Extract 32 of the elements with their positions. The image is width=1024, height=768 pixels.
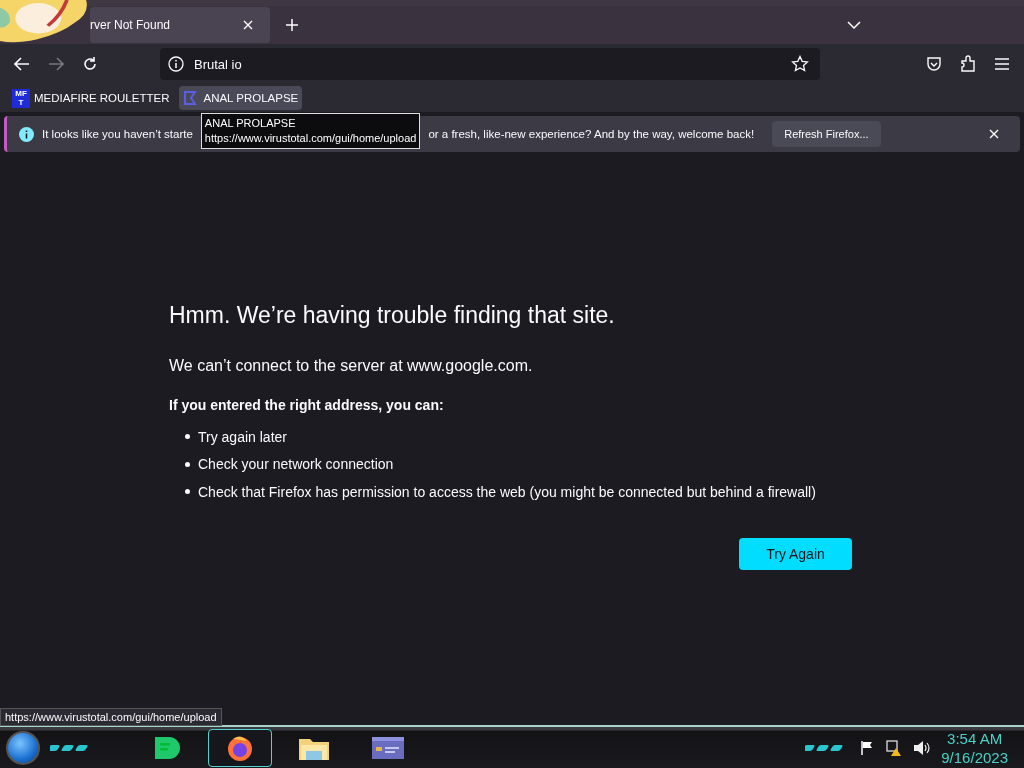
address-text: Brutal io xyxy=(194,56,243,72)
refresh-firefox-button[interactable]: Refresh Firefox... xyxy=(772,121,881,147)
info-icon xyxy=(19,126,34,142)
address-bar[interactable]: Brutal io xyxy=(160,48,820,80)
notification-text: It looks like you haven’t starte xyxy=(42,128,193,140)
tooltip-url: https://www.virustotal.com/gui/home/upload xyxy=(204,131,417,146)
start-button[interactable] xyxy=(6,730,40,765)
taskbar-app-button[interactable] xyxy=(208,728,272,767)
clock-date: 9/16/2023 xyxy=(941,747,1008,767)
bookmark-favicon xyxy=(183,90,200,106)
try-again-button[interactable]: Try Again xyxy=(739,537,852,570)
suggestion-text: Try again later xyxy=(198,428,287,445)
volume-icon[interactable] xyxy=(913,739,932,756)
error-message: We can’t connect to the server at www.google.com. xyxy=(169,357,534,375)
status-link-url: https://www.virustotal.com/gui/home/upload xyxy=(0,708,222,726)
suggestions-heading: If you entered the right address, you can: xyxy=(169,397,445,413)
bullet-icon xyxy=(185,434,190,440)
bookmark-favicon: MF T xyxy=(12,88,30,108)
tab-title: rver Not Found xyxy=(90,18,171,32)
error-title: Hmm. We’re having trouble finding that site. xyxy=(169,302,616,329)
info-icon[interactable] xyxy=(168,56,184,72)
suggestion-text: Check that Firefox has permission to access the web (you might be connected but behind a firewall) xyxy=(198,483,816,500)
bookmark-item[interactable]: ANAL PROLAPSE xyxy=(179,86,303,110)
window-app-icon xyxy=(371,735,405,760)
suggestion-text: Check your network connection xyxy=(198,456,394,473)
tooltip-title: ANAL PROLAPSE xyxy=(204,116,297,131)
network-warning-icon[interactable] xyxy=(885,738,904,757)
bullet-icon xyxy=(185,489,190,495)
clock-time: 3:54 AM xyxy=(947,728,1003,748)
notification-text: or a fresh, like-new experience? And by the way, welcome back! xyxy=(428,128,755,140)
bullet-icon xyxy=(185,461,190,467)
browser-tab[interactable]: rver Not Found xyxy=(90,7,270,43)
